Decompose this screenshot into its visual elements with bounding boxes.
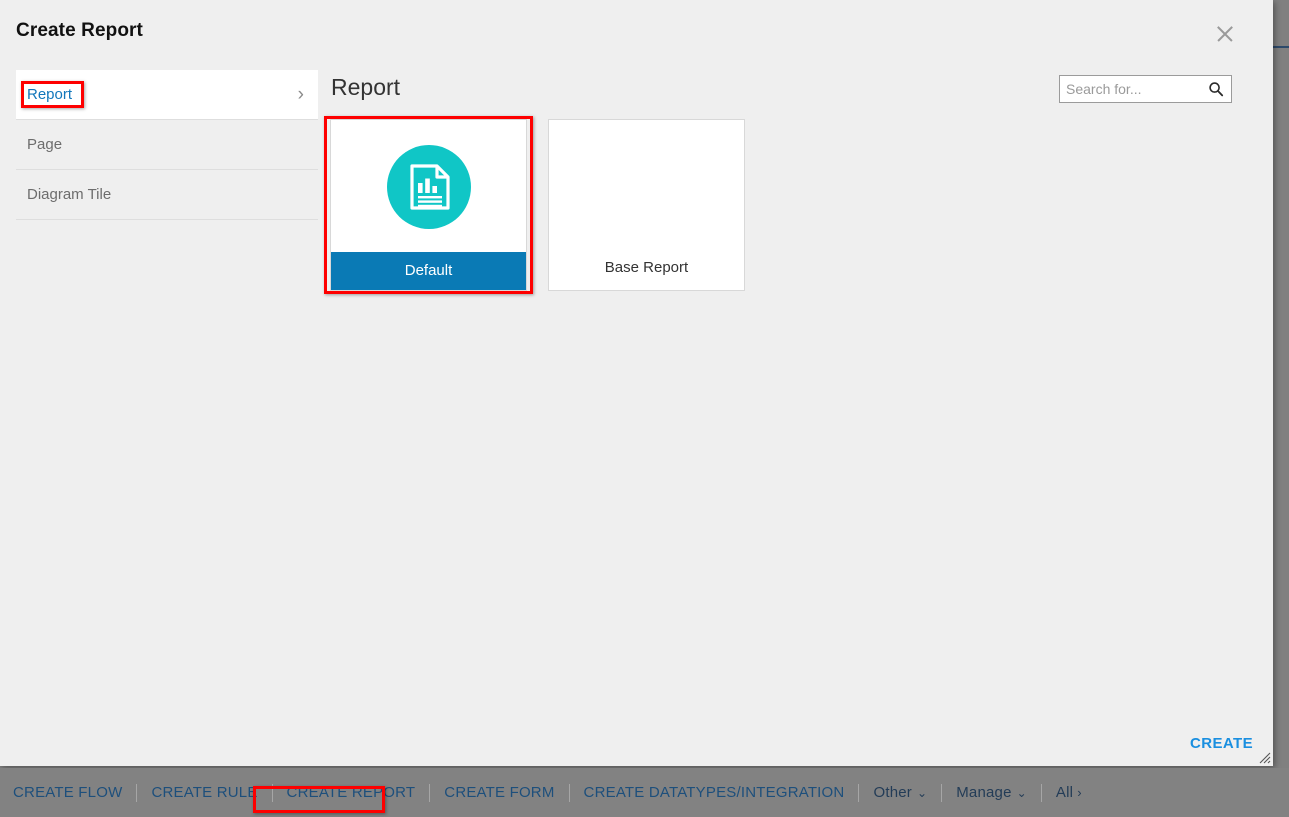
toolbar-item-create-report[interactable]: CREATE REPORT (287, 784, 416, 801)
template-card-base-report[interactable]: Base Report (548, 119, 745, 291)
search-input[interactable] (1060, 76, 1200, 102)
toolbar-menu-manage-label: Manage (956, 784, 1012, 801)
toolbar-separator (1040, 783, 1042, 802)
toolbar-separator (271, 783, 273, 802)
chevron-down-icon: ⌄ (1016, 786, 1027, 800)
search-icon[interactable] (1208, 81, 1224, 97)
create-button[interactable]: CREATE (1190, 735, 1253, 752)
sidebar-item-page[interactable]: Page (16, 120, 318, 170)
toolbar-menu-other[interactable]: Other ⌄ (873, 784, 927, 801)
create-report-dialog: Create Report Report › Page Diagram Tile… (0, 0, 1273, 766)
close-icon[interactable] (1213, 22, 1237, 46)
chevron-right-icon: › (1077, 785, 1082, 800)
toolbar-menu-other-label: Other (873, 784, 912, 801)
resize-grip[interactable] (1255, 748, 1271, 764)
background-accent-line (1273, 46, 1289, 48)
sidebar-item-diagram-tile[interactable]: Diagram Tile (16, 170, 318, 220)
screen: Create Report Report › Page Diagram Tile… (0, 0, 1289, 817)
bottom-toolbar: CREATE FLOW CREATE RULE CREATE REPORT CR… (0, 768, 1289, 817)
sidebar-item-report[interactable]: Report › (16, 70, 318, 120)
toolbar-separator (136, 783, 138, 802)
toolbar-separator (858, 783, 860, 802)
toolbar-item-create-rule[interactable]: CREATE RULE (151, 784, 257, 801)
search-box (1059, 75, 1232, 103)
toolbar-separator (429, 783, 431, 802)
sidebar-item-label: Page (27, 136, 63, 153)
dialog-title: Create Report (16, 20, 143, 41)
sidebar-item-label: Diagram Tile (27, 186, 112, 203)
toolbar-item-create-form[interactable]: CREATE FORM (444, 784, 554, 801)
category-nav: Report › Page Diagram Tile (16, 70, 318, 220)
sidebar-item-label: Report (27, 86, 73, 103)
toolbar-item-create-datatypes-integration[interactable]: CREATE DATATYPES/INTEGRATION (584, 784, 845, 801)
template-card-label: Default (331, 252, 526, 290)
toolbar-menu-all[interactable]: All › (1056, 784, 1082, 801)
chevron-right-icon: › (297, 84, 304, 105)
toolbar-separator (568, 783, 570, 802)
toolbar-item-create-flow[interactable]: CREATE FLOW (13, 784, 122, 801)
chevron-down-icon: ⌄ (916, 786, 928, 800)
template-card-label: Base Report (604, 259, 689, 276)
toolbar-menu-manage[interactable]: Manage ⌄ (956, 784, 1027, 801)
template-card-default[interactable]: Default (330, 119, 527, 291)
page-title: Report (331, 74, 401, 100)
report-document-chart-icon (331, 120, 526, 253)
toolbar-separator (941, 783, 943, 802)
toolbar-menu-all-label: All (1055, 784, 1074, 801)
